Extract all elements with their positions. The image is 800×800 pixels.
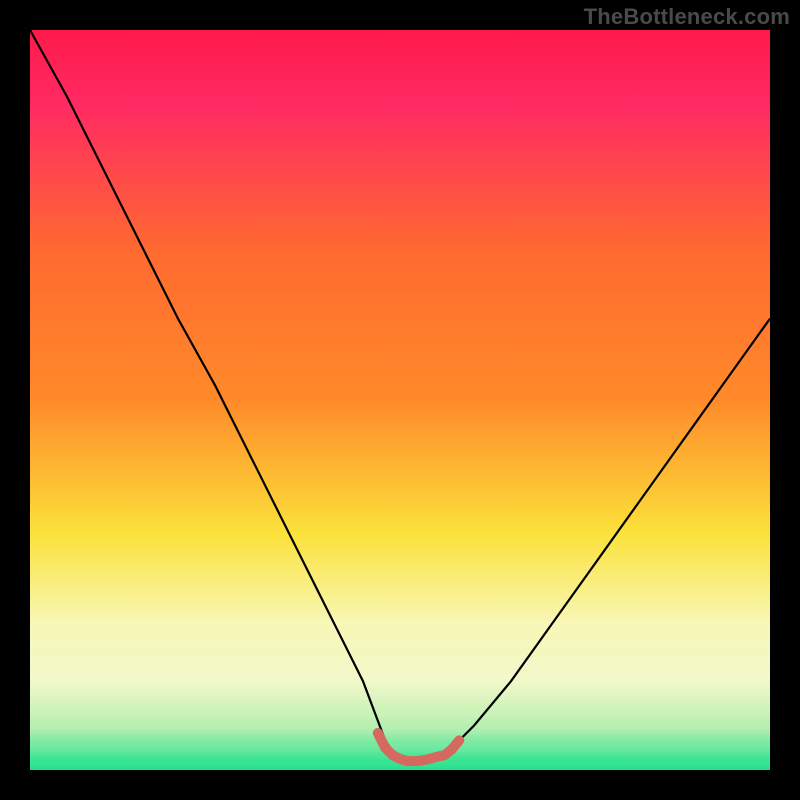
chart-frame: TheBottleneck.com	[0, 0, 800, 800]
stripe	[30, 744, 770, 753]
stripe	[30, 700, 770, 709]
stripe	[30, 674, 770, 683]
stripe	[30, 657, 770, 666]
stripe	[30, 622, 770, 631]
bottleneck-chart	[0, 0, 800, 800]
stripe	[30, 735, 770, 744]
stripe	[30, 718, 770, 727]
watermark-text: TheBottleneck.com	[584, 4, 790, 30]
stripe	[30, 666, 770, 675]
stripe	[30, 709, 770, 718]
stripe	[30, 683, 770, 692]
stripe	[30, 770, 770, 779]
stripe	[30, 631, 770, 640]
stripe	[30, 648, 770, 657]
stripe	[30, 727, 770, 736]
stripe	[30, 692, 770, 701]
stripe	[30, 639, 770, 648]
